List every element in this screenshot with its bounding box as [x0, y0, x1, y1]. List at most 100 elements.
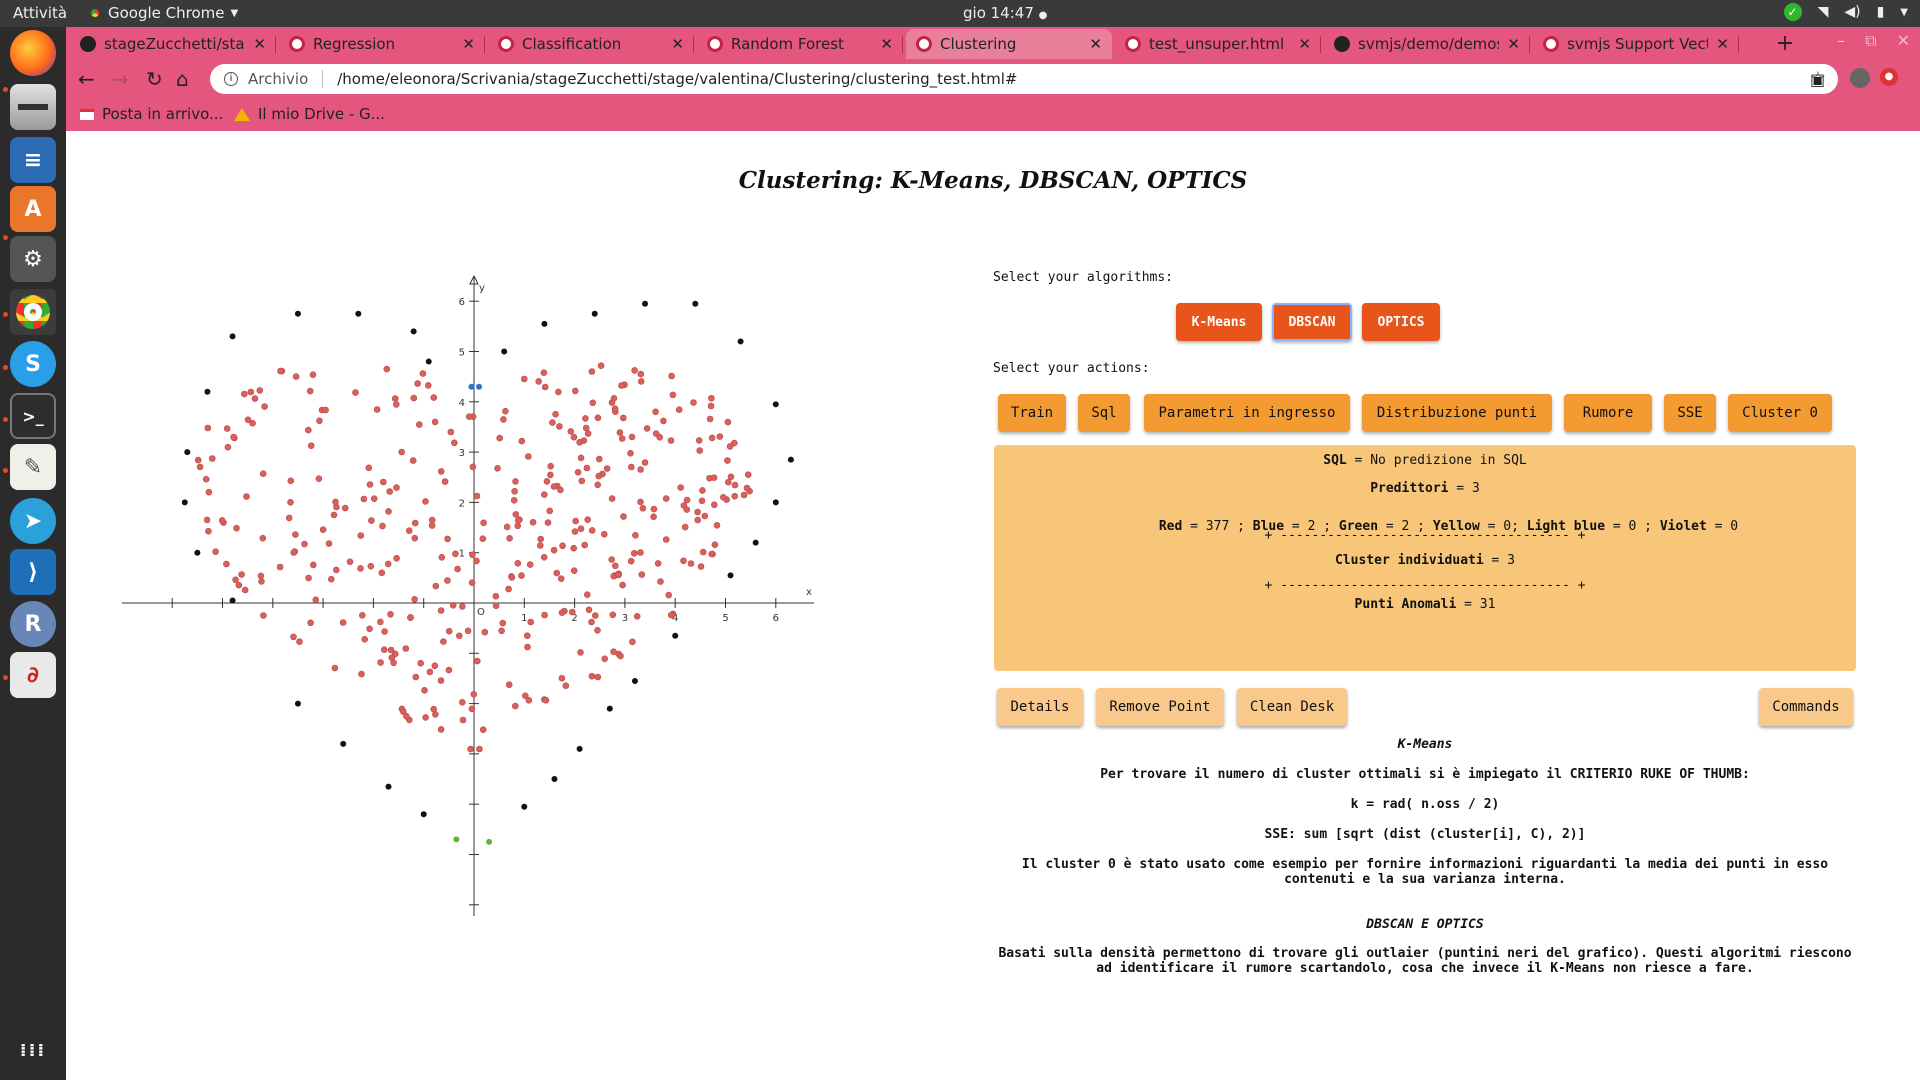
extension-icon[interactable]: ▣ [1810, 70, 1825, 89]
close-tab-icon[interactable]: ✕ [462, 35, 475, 53]
tab-random-forest[interactable]: Random Forest ✕ [697, 29, 903, 59]
chrome-dock-icon[interactable] [10, 289, 56, 335]
dbscan-button[interactable]: DBSCAN [1272, 303, 1352, 341]
files-icon[interactable] [10, 84, 56, 130]
close-tab-icon[interactable]: ✕ [1298, 35, 1311, 53]
red-point [540, 369, 548, 376]
red-point [677, 484, 685, 491]
close-tab-icon[interactable]: ✕ [1089, 35, 1102, 53]
tab-svmjs-demo-demosv[interactable]: svmjs/demo/demosv ✕ [1324, 29, 1530, 59]
red-point [608, 495, 616, 502]
red-point [572, 517, 580, 525]
red-point [542, 696, 550, 704]
rumore-button[interactable]: Rumore [1564, 394, 1652, 432]
red-point [421, 686, 428, 694]
commands-button[interactable]: Commands [1759, 688, 1853, 726]
wifi-icon[interactable]: ◥ [1818, 4, 1829, 20]
notification-dot-icon: ● [1038, 10, 1048, 21]
remove-point-button[interactable]: Remove Point [1096, 688, 1224, 726]
train-button[interactable]: Train [998, 394, 1066, 432]
noise-point [727, 572, 734, 579]
scatter-plot[interactable]: 1 2 3 4 5 6123456Oxy [114, 246, 814, 916]
red-point [570, 544, 578, 552]
site-info-icon[interactable]: i [224, 72, 238, 86]
bookmark-gmail[interactable]: Posta in arrivo... [80, 105, 223, 123]
text-editor-icon[interactable]: ✎ [10, 444, 56, 490]
r-icon[interactable]: R [10, 601, 56, 647]
red-point [697, 563, 705, 570]
home-icon[interactable]: ⌂ [176, 67, 189, 91]
volume-icon[interactable]: ◀) [1844, 4, 1860, 20]
bookmark-drive[interactable]: Il mio Drive - G... [234, 105, 385, 123]
address-bar[interactable]: i Archivio /home/eleonora/Scrivania/stag… [210, 64, 1838, 94]
red-point [387, 610, 394, 618]
firefox-icon[interactable] [10, 30, 56, 76]
maximize-icon[interactable]: ⧉ [1865, 31, 1876, 51]
tab-stagezucchetti-stage[interactable]: stageZucchetti/stage ✕ [70, 29, 276, 59]
noise-point [420, 811, 427, 818]
bookmark-label: Il mio Drive - G... [258, 105, 385, 123]
sse-button[interactable]: SSE [1664, 394, 1716, 432]
vscode-icon[interactable]: ⟩ [10, 549, 56, 595]
clean-desk-button[interactable]: Clean Desk [1237, 688, 1347, 726]
show-apps-icon[interactable]: ⁞⁞⁞ [10, 1027, 56, 1073]
close-tab-icon[interactable]: ✕ [880, 35, 893, 53]
address-url[interactable]: /home/eleonora/Scrivania/stageZucchetti/… [337, 70, 1017, 88]
system-tray[interactable]: ✓ ◥ ◀) ▮ ▼ [1783, 3, 1908, 21]
tab-clustering[interactable]: Clustering ✕ [906, 29, 1112, 59]
red-point [557, 575, 565, 583]
reload-icon[interactable]: ↻ [146, 67, 163, 91]
parametri-button[interactable]: Parametri in ingresso [1144, 394, 1350, 432]
app-menu[interactable]: Google Chrome ▼ [88, 4, 238, 22]
clock[interactable]: gio 14:47 ● [963, 4, 1047, 22]
red-point [543, 478, 551, 485]
software-center-icon[interactable]: A [10, 186, 56, 232]
details-button[interactable]: Details [997, 688, 1083, 726]
kmeans-button[interactable]: K-Means [1176, 303, 1262, 341]
battery-icon[interactable]: ▮ [1877, 4, 1885, 20]
x-tick-label: 5 [722, 613, 728, 624]
settings-icon[interactable]: ⚙ [10, 236, 56, 282]
extension-red-icon[interactable]: ● [1880, 68, 1898, 86]
tab-classification[interactable]: Classification ✕ [488, 29, 694, 59]
red-point [359, 611, 366, 619]
pdf-viewer-icon[interactable]: ∂ [10, 652, 56, 698]
chevron-down-icon[interactable]: ▼ [1900, 7, 1908, 18]
back-icon[interactable]: ← [78, 67, 95, 91]
tab-test-unsuper-html[interactable]: test_unsuper.html ✕ [1115, 29, 1321, 59]
red-point [550, 546, 558, 554]
tab-svmjs-support-vecto[interactable]: svmjs Support Vecto ✕ [1533, 29, 1739, 59]
red-point [370, 495, 378, 502]
red-point [357, 565, 364, 572]
y-tick-label: 1 [459, 549, 465, 560]
activities-button[interactable]: Attività [13, 4, 67, 22]
red-point [256, 387, 264, 394]
red-point [411, 534, 419, 542]
red-point [668, 372, 675, 380]
skype-icon[interactable]: S [10, 341, 56, 387]
forward-icon[interactable]: → [112, 67, 129, 91]
writer-icon[interactable]: ≡ [10, 137, 56, 183]
distribuzione-button[interactable]: Distribuzione punti [1362, 394, 1552, 432]
minimize-icon[interactable]: – [1837, 31, 1845, 51]
close-tab-icon[interactable]: ✕ [1507, 35, 1520, 53]
new-tab-button[interactable]: + [1772, 31, 1798, 57]
close-window-icon[interactable]: ✕ [1897, 31, 1910, 51]
sql-button[interactable]: Sql [1078, 394, 1130, 432]
update-check-icon[interactable]: ✓ [1783, 3, 1802, 21]
profile-avatar[interactable] [1850, 68, 1870, 88]
red-point [452, 550, 459, 558]
red-point [419, 370, 427, 377]
telegram-icon[interactable]: ➤ [10, 498, 56, 544]
noise-point [204, 388, 211, 395]
close-tab-icon[interactable]: ✕ [253, 35, 266, 53]
cluster0-button[interactable]: Cluster 0 [1728, 394, 1832, 432]
close-tab-icon[interactable]: ✕ [1716, 35, 1729, 53]
red-point [541, 383, 549, 391]
close-tab-icon[interactable]: ✕ [671, 35, 684, 53]
tab-regression[interactable]: Regression ✕ [279, 29, 485, 59]
terminal-icon[interactable]: >_ [10, 393, 56, 439]
red-point [536, 542, 544, 549]
optics-button[interactable]: OPTICS [1362, 303, 1440, 341]
red-point [582, 415, 589, 422]
